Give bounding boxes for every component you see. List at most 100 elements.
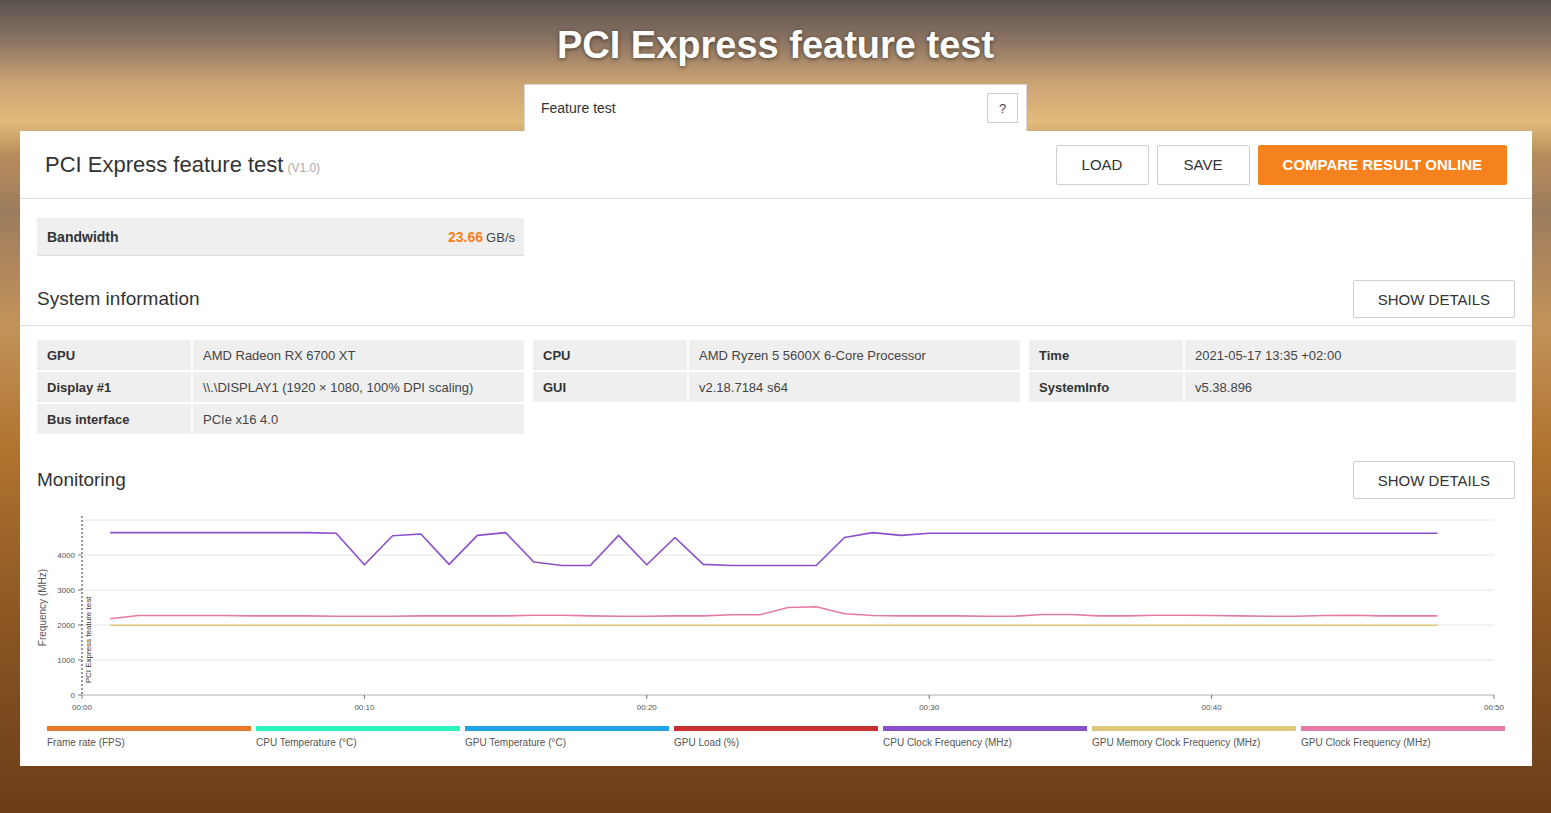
help-button[interactable]: ? [987, 93, 1018, 123]
info-key: Display #1 [37, 372, 191, 402]
series-line [110, 533, 1437, 566]
compare-button[interactable]: COMPARE RESULT ONLINE [1258, 145, 1507, 185]
action-button[interactable]: LOAD [1056, 145, 1149, 185]
tick-mark [646, 695, 647, 699]
info-row: SystemInfov5.38.896 [1029, 372, 1516, 402]
legend-swatch [256, 726, 460, 731]
x-tick-label: 00:30 [919, 703, 940, 712]
info-column: Time2021-05-17 13:35 +02:00SystemInfov5.… [1029, 340, 1516, 434]
legend-label: GPU Clock Frequency (MHz) [1301, 737, 1505, 748]
info-key: Bus interface [37, 404, 191, 434]
legend-swatch [1092, 726, 1296, 731]
y-tick: 2000 [57, 621, 1494, 630]
info-row: Time2021-05-17 13:35 +02:00 [1029, 340, 1516, 370]
legend-item[interactable]: GPU Temperature (°C) [465, 726, 669, 748]
series-line [110, 624, 1437, 626]
grid-line [82, 520, 1494, 521]
info-column: CPUAMD Ryzen 5 5600X 6-Core ProcessorGUI… [533, 340, 1020, 434]
result-panel: PCI Express feature test(V1.0)LOADSAVECO… [20, 131, 1532, 766]
y-tick: 0 [71, 691, 1494, 700]
info-value: AMD Radeon RX 6700 XT [193, 340, 524, 370]
info-column: GPUAMD Radeon RX 6700 XTDisplay #1\\.\DI… [37, 340, 524, 434]
tick-mark [364, 695, 365, 699]
x-tick-label: 00:50 [1484, 703, 1505, 712]
system-info-header: System information SHOW DETAILS [20, 279, 1532, 326]
info-value: 2021-05-17 13:35 +02:00 [1185, 340, 1516, 370]
tick-mark [1211, 695, 1212, 699]
action-button[interactable]: SAVE [1157, 145, 1250, 185]
legend-label: CPU Clock Frequency (MHz) [883, 737, 1087, 748]
score-label: Bandwidth [47, 229, 119, 245]
x-tick: 00:10 [354, 695, 375, 712]
chart-legend: Frame rate (FPS)CPU Temperature (°C)GPU … [47, 726, 1505, 748]
show-details-button[interactable]: SHOW DETAILS [1353, 280, 1515, 318]
tick-mark [78, 660, 82, 661]
panel-header: PCI Express feature test(V1.0) LOADSAVECO… [20, 131, 1532, 199]
y-tick-label: 3000 [57, 586, 75, 595]
tick-mark [78, 590, 82, 591]
info-row: GUIv2.18.7184 s64 [533, 372, 1020, 402]
info-row: CPUAMD Ryzen 5 5600X 6-Core Processor [533, 340, 1020, 370]
info-key: SystemInfo [1029, 372, 1183, 402]
system-info-grid: GPUAMD Radeon RX 6700 XTDisplay #1\\.\DI… [37, 340, 1515, 434]
info-value: AMD Ryzen 5 5600X 6-Core Processor [689, 340, 1020, 370]
version: (V1.0) [287, 161, 320, 175]
x-tick: 00:50 [1484, 695, 1505, 712]
tick-mark [78, 555, 82, 556]
monitoring-header: Monitoring SHOW DETAILS [37, 460, 1515, 500]
show-details-button[interactable]: SHOW DETAILS [1353, 461, 1515, 499]
info-key: GUI [533, 372, 687, 402]
legend-item[interactable]: CPU Temperature (°C) [256, 726, 460, 748]
legend-item[interactable]: GPU Load (%) [674, 726, 878, 748]
legend-swatch [465, 726, 669, 731]
grid-line [82, 660, 1494, 661]
x-tick: 00:20 [637, 695, 658, 712]
result-title: PCI Express feature test(V1.0) [45, 152, 320, 178]
tab-label: Feature test [541, 100, 616, 116]
y-tick-label: 0 [71, 691, 76, 700]
info-key: GPU [37, 340, 191, 370]
grid-line [82, 625, 1494, 626]
x-tick: 00:40 [1202, 695, 1223, 712]
info-value: v2.18.7184 s64 [689, 372, 1020, 402]
tick-mark [78, 625, 82, 626]
x-axis [82, 695, 1494, 696]
legend-item[interactable]: GPU Clock Frequency (MHz) [1301, 726, 1505, 748]
tick-mark [1494, 695, 1495, 699]
y-tick-label: 1000 [57, 656, 75, 665]
legend-item[interactable]: GPU Memory Clock Frequency (MHz) [1092, 726, 1296, 748]
info-value: \\.\DISPLAY1 (1920 × 1080, 100% DPI scal… [193, 372, 524, 402]
y-tick: 4000 [57, 551, 1494, 560]
section-title: System information [37, 288, 200, 310]
score-value: 23.66GB/s [448, 228, 515, 246]
test-marker-line [82, 516, 83, 695]
legend-label: GPU Memory Clock Frequency (MHz) [1092, 737, 1296, 748]
info-value: PCIe x16 4.0 [193, 404, 524, 434]
legend-swatch [47, 726, 251, 731]
info-key: CPU [533, 340, 687, 370]
page-title: PCI Express feature test [0, 0, 1551, 84]
x-tick-label: 00:40 [1202, 703, 1223, 712]
tick-mark [78, 695, 82, 696]
info-row: Bus interfacePCIe x16 4.0 [37, 404, 524, 434]
monitoring-chart: 0 1000 2000 3000 4000 Frequency (MHz) 00:00 00:… [37, 510, 1515, 716]
legend-item[interactable]: CPU Clock Frequency (MHz) [883, 726, 1087, 748]
x-tick-label: 00:20 [637, 703, 658, 712]
section-title: Monitoring [37, 469, 126, 491]
info-row: GPUAMD Radeon RX 6700 XT [37, 340, 524, 370]
y-tick-label: 2000 [57, 621, 75, 630]
legend-label: GPU Load (%) [674, 737, 878, 748]
legend-label: Frame rate (FPS) [47, 737, 251, 748]
y-axis-label: Frequency (MHz) [37, 569, 48, 646]
grid-line [82, 555, 1494, 556]
x-tick-label: 00:00 [72, 703, 93, 712]
test-marker-label: PCI Express feature test [84, 596, 93, 683]
x-tick: 00:30 [919, 695, 940, 712]
y-tick: 3000 [57, 586, 1494, 595]
content: Bandwidth 23.66GB/s System information SHOW… [20, 218, 1532, 748]
series-line [110, 607, 1437, 619]
info-row: Display #1\\.\DISPLAY1 (1920 × 1080, 100… [37, 372, 524, 402]
legend-item[interactable]: Frame rate (FPS) [47, 726, 251, 748]
feature-tab[interactable]: Feature test? [524, 84, 1027, 131]
page: PCI Express feature testFeature test?PCI… [0, 0, 1551, 813]
